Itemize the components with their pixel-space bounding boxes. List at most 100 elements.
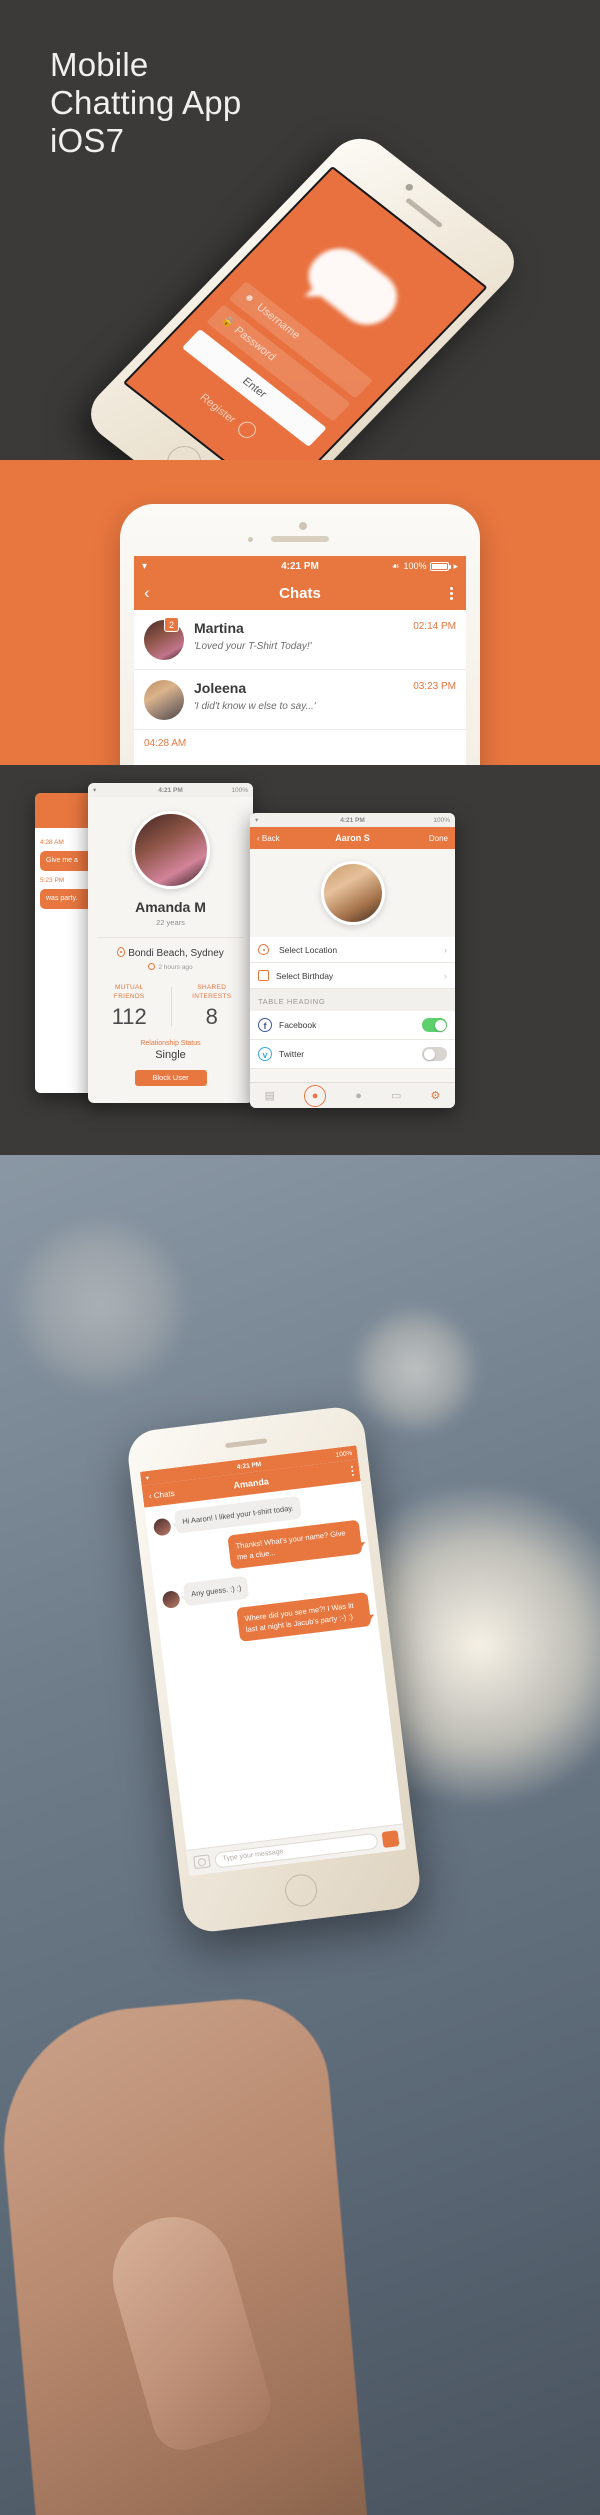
lock-icon: 🔒 [218,314,237,330]
message-bubble-outgoing: Where did you see me?! I Was lit last at… [236,1592,372,1642]
status-right: ☙ 100% ▸ [391,561,458,572]
relationship-label: Relationship Status [140,1040,201,1047]
proximity-sensor-icon [248,537,253,542]
chat-row-content: Joleena 'I did't know w else to say...' [194,680,403,712]
bokeh-light [350,1305,480,1435]
chats-phone-mockup: ▾ 4:21 PM ☙ 100% ▸ ‹ Chats 2 Martina 'Lo… [120,504,480,765]
design-presentation-page: Mobile Chatting App iOS7 ☻ Username 🔒 Pa… [0,0,600,2515]
contact-name: Joleena [194,680,247,696]
battery-percent: 100% [231,786,248,794]
profile-name: Amanda M [135,899,206,915]
camera-icon[interactable] [193,1854,211,1870]
block-user-button[interactable]: Block User [134,1070,207,1086]
chats-screen: ▾ 4:21 PM ☙ 100% ▸ ‹ Chats 2 Martina 'Lo… [134,556,466,765]
avatar[interactable] [320,861,385,925]
list-item-select-location[interactable]: Select Location › [250,937,455,963]
contact-name: Martina [194,620,244,636]
avatar [144,680,184,720]
nav-bar: ‹ Chats [134,576,466,610]
charging-icon: ▸ [453,560,458,571]
tab-settings[interactable]: ⚙ [431,1089,441,1102]
tab-bar: ▤ ● ● ▭ ⚙ [250,1082,455,1108]
list-item-label: Twitter [279,1049,305,1059]
earpiece-speaker [225,1438,268,1449]
profile-last-seen: 2 hours ago [88,963,253,971]
page-title: Chats [279,584,321,602]
avatar [161,1590,181,1609]
status-time: 4:21 PM [158,786,183,794]
page-title: Aaron S [335,833,370,843]
stat-value: 8 [205,1004,218,1029]
list-item-label: Select Location [279,944,338,955]
back-button[interactable]: ‹ [144,583,150,603]
page-title: Mobile Chatting App iOS7 [50,46,241,160]
message-list: Hi Aaron! I liked your t-shirt today. Th… [144,1481,400,1824]
profile-stats: MUTUAL FRIENDS 112 SHARED INTERESTS 8 [88,983,253,1030]
location-text: Bondi Beach, Sydney [128,948,224,959]
arrow-right-icon [234,418,260,442]
stat-label-line2: INTERESTS [192,993,232,1000]
timestamp: 04:28 AM [144,738,187,749]
tab-chat[interactable]: ▭ [391,1089,401,1102]
stat-label-line1: SHARED [197,984,227,991]
profile-age: 22 years [156,918,185,927]
tab-contact-card[interactable]: ▤ [265,1089,275,1102]
tab-person[interactable]: ● [304,1084,327,1107]
cake-icon [258,970,269,981]
list-item-label: Select Birthday [276,970,334,981]
headline-line-1: Mobile [50,46,149,83]
home-button[interactable] [283,1872,319,1909]
settings-phone: ▾ 4:21 PM 100% ‹ Back Aaron S Done Selec… [250,813,455,1108]
facebook-toggle[interactable] [422,1018,447,1032]
twitter-toggle[interactable] [422,1047,447,1061]
front-camera-icon [299,522,307,530]
more-vertical-icon[interactable] [447,584,456,603]
profile-phone: ▾ 4:21 PM 100% Amanda M 22 years Bondi B… [88,783,253,1103]
list-item-select-birthday[interactable]: Select Birthday › [250,963,455,989]
conversation-screen: ▾ 4:21 PM 100% ‹ Chats Amanda Hi Aaron! … [139,1445,406,1876]
table-row[interactable]: 2 Martina 'Loved your T-Shirt Today!' 02… [134,610,466,670]
app-logo-icon [296,237,409,335]
headline-line-3: iOS7 [50,122,125,159]
stat-value: 112 [111,1004,147,1029]
settings-list: Select Location › Select Birthday › [250,937,455,989]
table-row[interactable]: Joleena 'I did't know w else to say...' … [134,670,466,730]
timestamp: 03:23 PM [413,681,456,692]
twitter-icon: ᴠ [258,1047,272,1061]
back-button[interactable]: ‹ Chats [148,1488,175,1500]
panel-profile-settings: 4:28 AM Give me a 5:23 PM was party. ▾ 4… [0,765,600,1155]
stat-label-line2: FRIENDS [113,993,145,1000]
message-preview: 'I did't know w else to say...' [194,701,316,712]
earpiece-speaker [271,536,329,542]
message-bubble-incoming: Any guess. :) :) [182,1575,250,1607]
bluetooth-icon: ☙ [391,560,400,571]
unread-badge: 2 [164,617,179,632]
register-label: Register [197,391,238,426]
panel-title-login: Mobile Chatting App iOS7 ☻ Username 🔒 Pa… [0,0,600,460]
status-bar: ▾ 4:21 PM 100% [88,783,253,797]
facebook-icon: f [258,1018,272,1032]
list-item-label: Facebook [279,1020,317,1030]
user-icon: ☻ [241,291,258,306]
chevron-right-icon: › [444,944,447,955]
send-button[interactable] [381,1829,400,1848]
message-input[interactable]: Type your message [213,1832,379,1869]
clock-icon [148,963,156,970]
battery-percent: 100% [433,816,450,824]
conversation-phone-mockup: ▾ 4:21 PM 100% ‹ Chats Amanda Hi Aaron! … [125,1404,423,1935]
avatar [152,1517,172,1537]
tab-people[interactable]: ● [355,1090,362,1102]
battery-percent: 100% [403,561,427,571]
done-button[interactable]: Done [429,834,448,843]
list-item-twitter[interactable]: ᴠ Twitter [250,1040,455,1069]
chevron-right-icon: › [444,970,447,981]
map-pin-icon [258,944,269,955]
panel-conversation-photo: ▾ 4:21 PM 100% ‹ Chats Amanda Hi Aaron! … [0,1155,600,2515]
stat-shared-interests: SHARED INTERESTS 8 [170,983,254,1030]
status-bar: ▾ 4:21 PM 100% [250,813,455,827]
message-bubble-outgoing: Thanks! What's your name? Give me a clue… [227,1519,363,1570]
chat-row-content: Martina 'Loved your T-Shirt Today!' [194,620,403,652]
list-item-facebook[interactable]: f Facebook [250,1011,455,1040]
back-button[interactable]: ‹ Back [257,834,280,843]
table-heading: TABLE HEADING [250,989,455,1011]
